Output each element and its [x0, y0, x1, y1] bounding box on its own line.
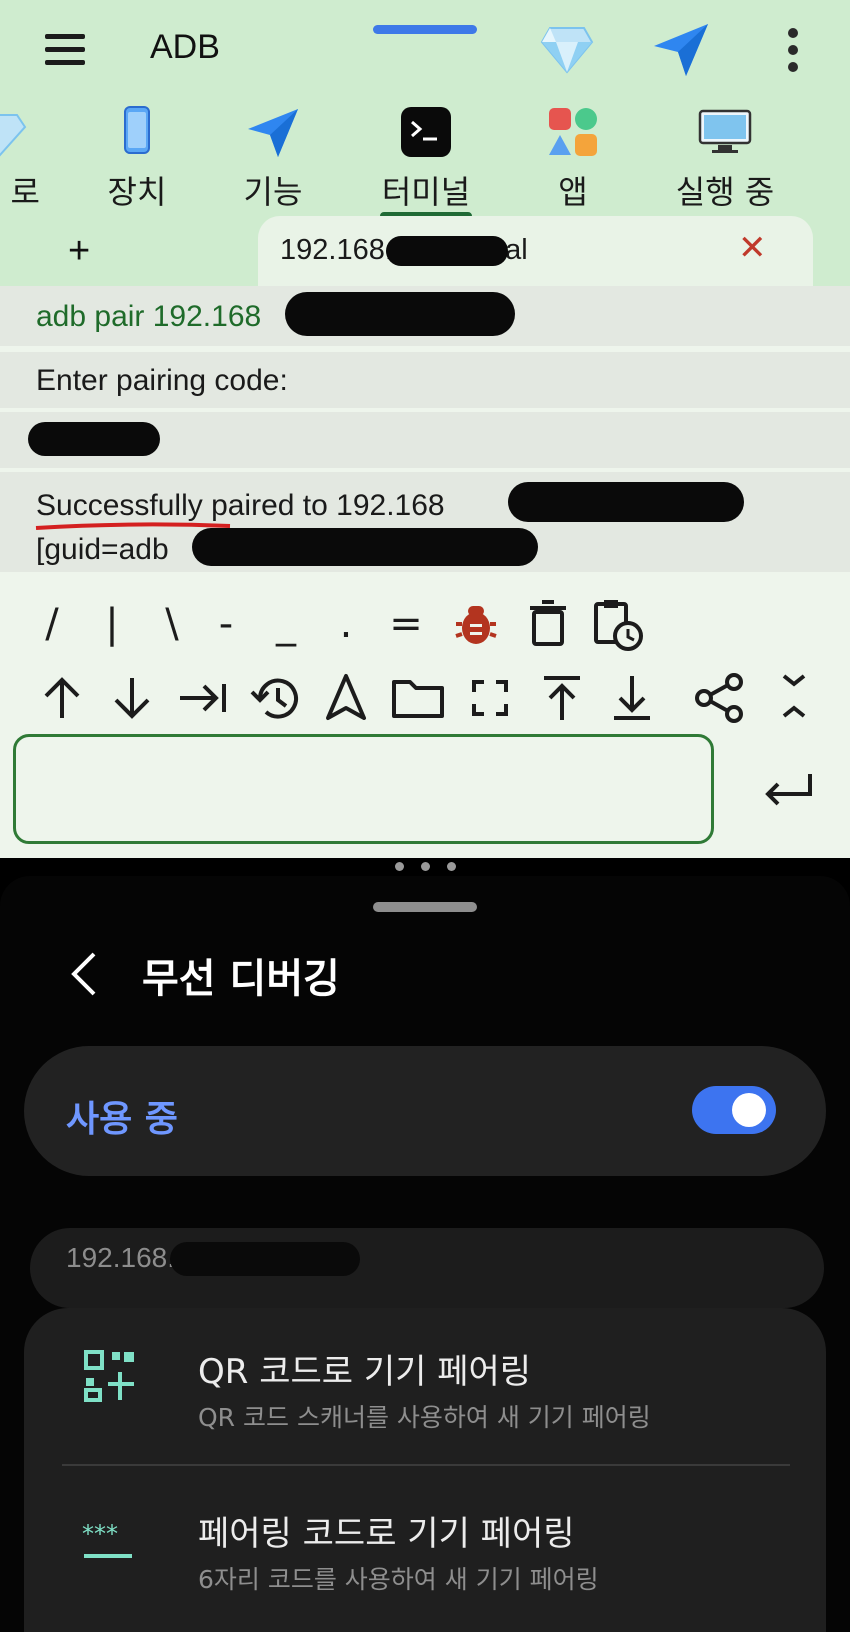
clipboard-clock-icon[interactable]	[590, 596, 646, 652]
scroll-top-icon[interactable]	[534, 670, 590, 726]
pair-with-code-item[interactable]: *** 페어링 코드로 기기 페어링 6자리 코드를 사용하여 새 기기 페어링	[24, 1466, 826, 1626]
wireless-debugging-toggle-row[interactable]: 사용 중	[24, 1046, 826, 1176]
close-icon[interactable]: ✕	[738, 228, 767, 268]
back-icon[interactable]	[66, 946, 106, 1002]
tab-terminal[interactable]: 터미널	[366, 95, 486, 220]
add-session-button[interactable]: +	[68, 230, 90, 273]
redaction-mark	[508, 482, 744, 522]
terminal-line-text: adb pair 192.168	[36, 300, 262, 333]
terminal-icon	[401, 107, 451, 157]
navigation-icon[interactable]	[318, 670, 374, 726]
pair-code-title: 페어링 코드로 기기 페어링	[198, 1514, 575, 1554]
send-icon	[248, 109, 298, 157]
apps-icon	[549, 108, 597, 156]
svg-text:***: ***	[82, 1520, 118, 1548]
tab-label: 기능	[243, 173, 303, 211]
tab-partial[interactable]: 로	[0, 95, 40, 220]
terminal-line: Enter pairing code:	[0, 352, 850, 408]
terminal-line-text: [guid=adb	[36, 533, 169, 566]
share-icon[interactable]	[692, 670, 748, 726]
redaction-mark	[28, 422, 160, 456]
tab-label: 앱	[558, 173, 588, 211]
password-icon: ***	[82, 1520, 132, 1558]
pair-code-subtitle: 6자리 코드를 사용하여 새 기기 페어링	[198, 1565, 599, 1594]
tab-features[interactable]: 기능	[228, 95, 318, 220]
key-dash[interactable]: -	[198, 596, 254, 652]
pairing-options-card: QR 코드로 기기 페어링 QR 코드 스캐너를 사용하여 새 기기 페어링 *…	[24, 1308, 826, 1632]
main-tab-bar: 로 장치 기능 터미널 앱 실행 중	[0, 95, 850, 220]
more-vert-icon[interactable]	[778, 24, 808, 76]
tab-label: 실행 중	[675, 173, 775, 211]
tab-device[interactable]: 장치	[92, 95, 182, 220]
phone-icon	[124, 106, 150, 154]
adb-app-window: ADB 로 장치 기능 터미널 앱 실행 중 + 192.168. ✕ adb …	[0, 0, 850, 858]
tab-label: 장치	[107, 173, 167, 211]
terminal-line-text: Successfully paired to 192.168	[36, 489, 445, 522]
key-equals[interactable]: =	[378, 596, 434, 652]
key-backslash[interactable]: \	[144, 596, 200, 652]
terminal-line: Successfully paired to 192.168 [guid=adb…	[0, 472, 850, 572]
monitor-icon	[698, 109, 752, 153]
terminal-line	[0, 412, 850, 468]
fullscreen-icon[interactable]	[462, 670, 518, 726]
app-title: ADB	[150, 28, 220, 66]
folder-icon[interactable]	[390, 670, 446, 726]
pair-with-qr-item[interactable]: QR 코드로 기기 페어링 QR 코드 스캐너를 사용하여 새 기기 페어링	[24, 1308, 826, 1464]
tab-label: 터미널	[381, 173, 471, 211]
tab-icon[interactable]	[176, 670, 232, 726]
collapse-icon[interactable]	[766, 670, 822, 726]
redaction-mark	[192, 528, 538, 566]
hamburger-menu-icon[interactable]	[40, 30, 90, 70]
tab-apps[interactable]: 앱	[528, 95, 618, 220]
key-dot[interactable]: .	[318, 596, 374, 652]
redaction-mark	[285, 292, 515, 336]
settings-window: 무선 디버깅 사용 중 192.168. QR 코드로 기기 페어링 QR 코드…	[0, 876, 850, 1632]
diamond-icon	[0, 114, 27, 157]
arrow-up-icon[interactable]	[34, 670, 90, 726]
enter-icon[interactable]	[762, 770, 816, 810]
page-title: 무선 디버깅	[142, 956, 340, 1002]
terminal-session-tab[interactable]: 192.168. - Terminal ✕	[258, 216, 813, 286]
send-icon[interactable]	[652, 22, 710, 78]
key-pipe[interactable]: |	[84, 596, 140, 652]
toggle-label: 사용 중	[66, 1099, 178, 1140]
toggle-knob	[732, 1093, 766, 1127]
diamond-icon[interactable]	[540, 24, 594, 76]
key-slash[interactable]: /	[24, 596, 80, 652]
history-icon[interactable]	[248, 670, 304, 726]
split-handle[interactable]	[395, 862, 457, 872]
tab-running[interactable]: 실행 중	[660, 95, 790, 220]
pair-qr-title: QR 코드로 기기 페어링	[198, 1352, 532, 1392]
window-drag-handle[interactable]	[373, 25, 477, 34]
trash-icon[interactable]	[520, 596, 576, 652]
window-drag-handle[interactable]	[373, 902, 477, 912]
tab-label: 로	[10, 173, 40, 211]
arrow-down-icon[interactable]	[104, 670, 160, 726]
terminal-line-text: Enter pairing code:	[36, 364, 288, 397]
redaction-mark	[170, 1242, 360, 1276]
command-input[interactable]	[13, 734, 714, 844]
qr-code-icon	[84, 1350, 134, 1402]
terminal-output: adb pair 192.168 Enter pairing code: Suc…	[0, 286, 850, 858]
pair-qr-subtitle: QR 코드 스캐너를 사용하여 새 기기 페어링	[198, 1403, 651, 1432]
toggle-switch[interactable]	[692, 1086, 776, 1134]
terminal-line: adb pair 192.168	[0, 286, 850, 346]
scroll-bottom-icon[interactable]	[604, 670, 660, 726]
bug-icon[interactable]	[448, 596, 504, 652]
redaction-mark	[386, 236, 508, 266]
device-ip-text: 192.168.	[66, 1242, 175, 1273]
key-underscore[interactable]: _	[258, 596, 314, 652]
device-ip-row: 192.168.	[30, 1228, 824, 1308]
